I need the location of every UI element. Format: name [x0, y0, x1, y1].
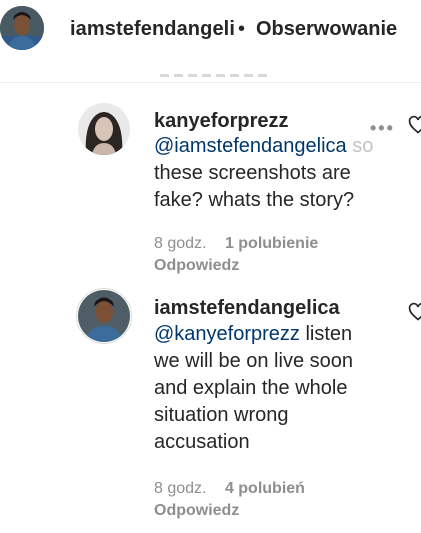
header-divider — [0, 82, 421, 83]
heart-outline-icon[interactable] — [408, 115, 421, 135]
comment-meta: 8 godz. 1 polubienie — [154, 235, 318, 253]
comment-username[interactable]: kanyeforprezz — [154, 110, 289, 133]
comment-likes[interactable]: 4 polubień — [225, 480, 305, 497]
heart-outline-icon[interactable] — [408, 302, 421, 322]
follow-button[interactable]: Obserwowanie — [256, 18, 397, 41]
comment-text: @iamstefendangelica so these screenshots… — [154, 133, 404, 214]
reply-button[interactable]: Odpowiedz — [154, 502, 239, 520]
comment-avatar[interactable] — [78, 290, 130, 342]
mention-link[interactable]: @kanyeforprezz — [154, 323, 300, 345]
mention-link[interactable]: @iamstefendangelica — [154, 135, 347, 157]
overflow-fragment: so — [352, 135, 374, 157]
header-avatar[interactable] — [0, 6, 44, 50]
comment-text: @kanyeforprezz listen we will be on live… — [154, 321, 374, 456]
comment-username[interactable]: iamstefendangelica — [154, 297, 340, 320]
comment-time[interactable]: 8 godz. — [154, 235, 206, 252]
reply-button[interactable]: Odpowiedz — [154, 257, 239, 275]
comment-avatar[interactable] — [78, 103, 130, 155]
comment-body-first: listen — [305, 323, 353, 345]
comment-meta: 8 godz. 4 polubień — [154, 480, 305, 498]
comments-panel: iamstefendangeli • Obserwowanie kanyefor… — [0, 0, 421, 533]
cut-off-text-fragment — [160, 70, 270, 78]
header-username[interactable]: iamstefendangeli — [70, 18, 235, 41]
avatar-image-woman — [78, 103, 130, 155]
comment-time[interactable]: 8 godz. — [154, 480, 206, 497]
header-separator: • — [238, 18, 246, 40]
post-header: iamstefendangeli • Obserwowanie — [0, 0, 421, 66]
comment-likes[interactable]: 1 polubienie — [225, 235, 318, 252]
comment-body: these screenshots are fake? whats the st… — [154, 162, 355, 211]
comment-body: we will be on live soon and explain the … — [154, 350, 353, 453]
avatar-image-man — [0, 6, 44, 50]
avatar-image-man — [78, 290, 130, 342]
